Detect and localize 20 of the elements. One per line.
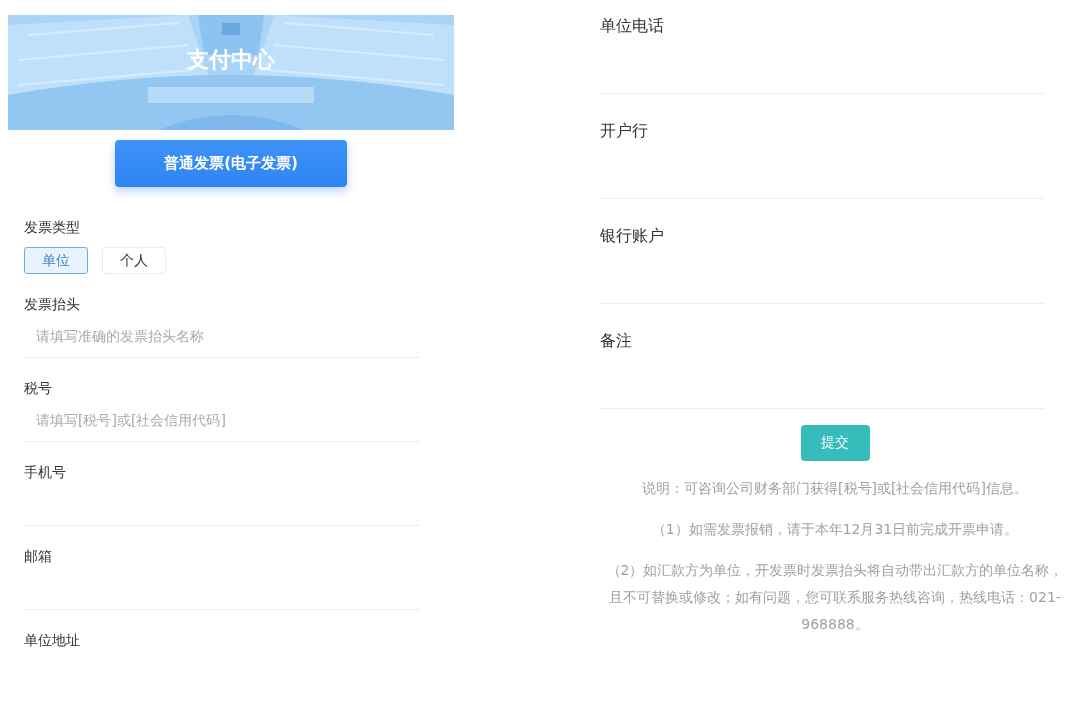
field-label: 手机号 (24, 463, 67, 482)
field-label: 开户行 (600, 121, 649, 141)
field-label: 税号 (24, 379, 53, 398)
banner-title: 支付中心 (187, 46, 275, 74)
field-label: 发票类型 (24, 218, 81, 237)
field-label: 单位电话 (600, 16, 665, 36)
note-text: （1）如需发票报销，请于本年12月31日前完成开票申请。 (650, 520, 1020, 539)
note-text: 说明：可咨询公司财务部门获得[税号]或[社会信用代码]信息。 (641, 479, 1029, 498)
submit-button[interactable]: 提交 (800, 425, 870, 461)
type-option[interactable]: 个人 (102, 247, 166, 274)
invoice-type-button[interactable]: 普通发票(电子发票) (115, 140, 347, 187)
field-label: 备注 (600, 331, 633, 351)
note-text: （2）如汇款方为单位，开发票时发票抬头将自动带出汇款方的单位名称，且不可替换或修改；如有问题，您可联系服务热线咨询，热线电话：021-968888。 (605, 561, 1065, 634)
field-label: 邮箱 (24, 547, 53, 566)
type-option[interactable]: 单位 (24, 247, 88, 274)
input-field[interactable]: 请填写准确的发票抬头名称 (24, 314, 420, 358)
field-label: 单位地址 (24, 631, 81, 650)
input-field[interactable]: 请填写[税号]或[社会信用代码] (24, 398, 420, 442)
field-label: 发票抬头 (24, 295, 81, 314)
field-label: 银行账户 (600, 226, 665, 246)
